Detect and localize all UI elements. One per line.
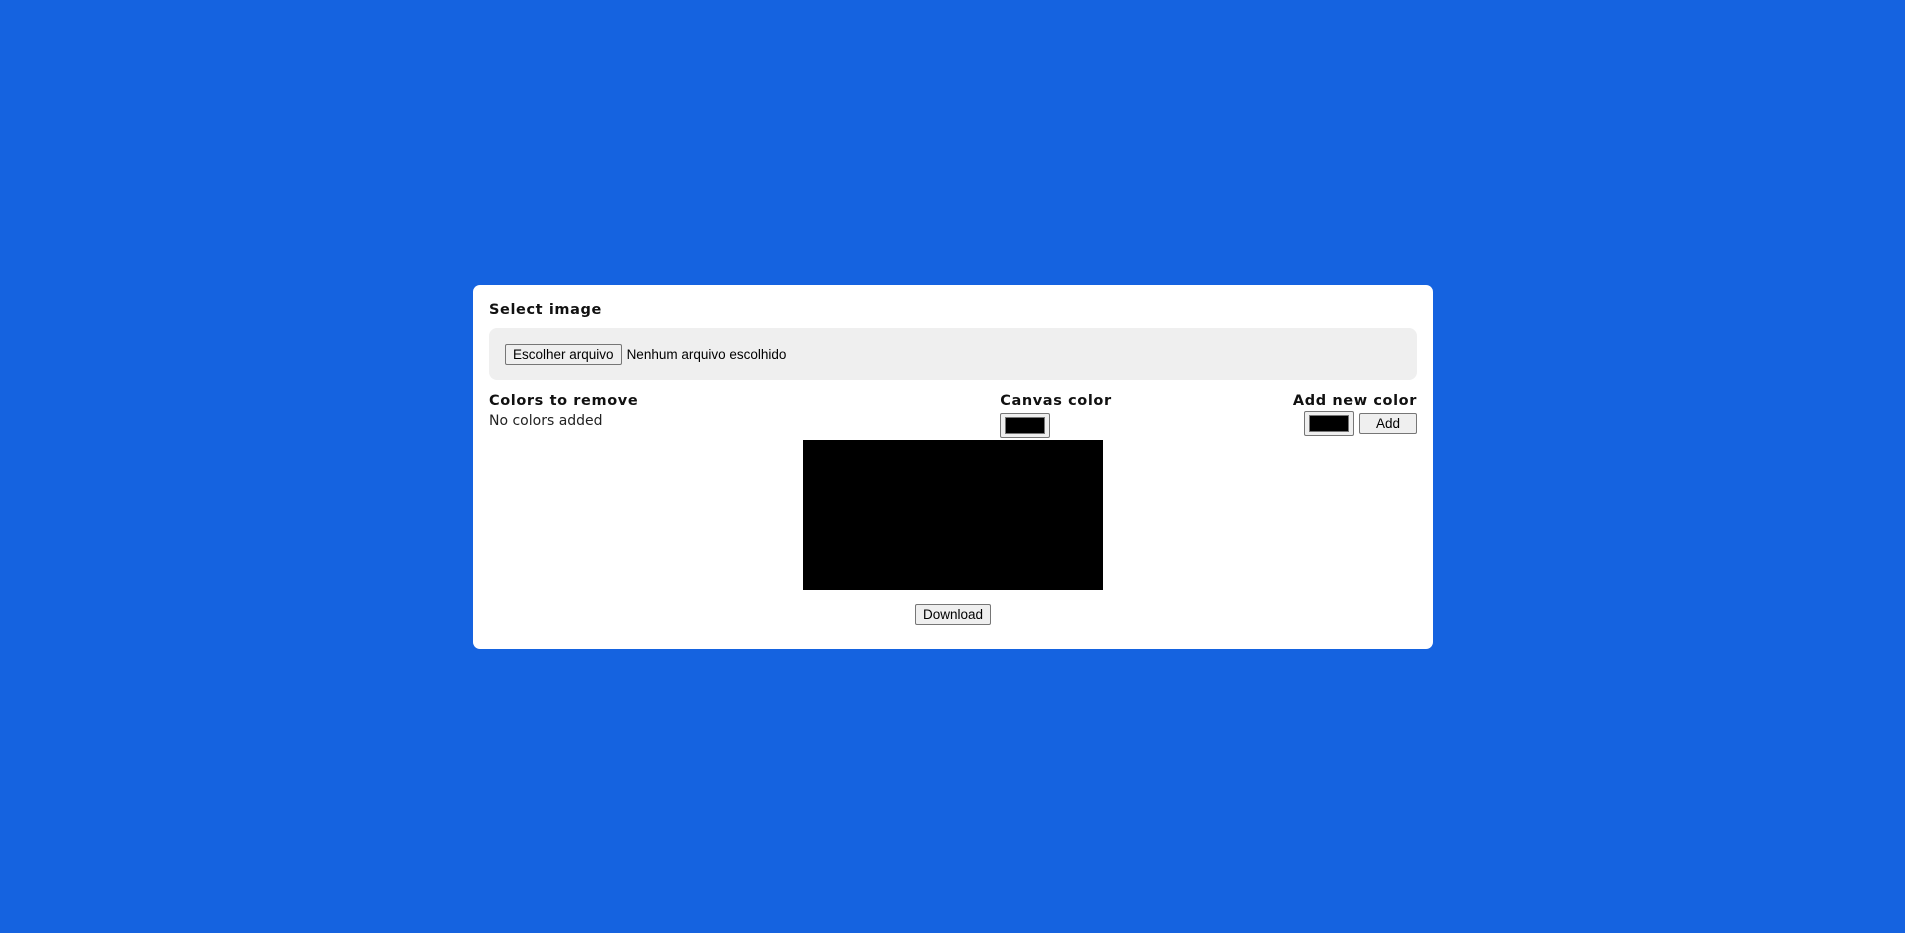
file-status-text: Nenhum arquivo escolhido [626, 346, 787, 362]
add-new-color-title: Add new color [1292, 393, 1417, 409]
colors-to-remove-section: Colors to remove No colors added [489, 392, 819, 452]
download-button[interactable]: Download [914, 604, 992, 625]
add-color-row: Add [1304, 411, 1417, 436]
select-image-title: Select image [489, 302, 602, 318]
canvas-color-swatch [1005, 417, 1046, 434]
add-color-button[interactable]: Add [1359, 413, 1417, 434]
canvas-color-title: Canvas color [1000, 393, 1112, 409]
canvas-color-picker[interactable] [1000, 413, 1051, 438]
file-input-box: Escolher arquivo Nenhum arquivo escolhid… [489, 328, 1417, 380]
new-color-picker[interactable] [1304, 411, 1354, 436]
colors-to-remove-title: Colors to remove [489, 393, 639, 409]
new-color-swatch [1309, 415, 1349, 432]
add-new-color-section: Add new color Add [1293, 392, 1417, 452]
download-area: Download [489, 604, 1417, 625]
no-colors-note: No colors added [489, 413, 603, 429]
preview-area [489, 440, 1417, 590]
choose-file-button[interactable]: Escolher arquivo [505, 343, 622, 365]
image-color-remover-panel: Select image Escolher arquivo Nenhum arq… [473, 285, 1433, 649]
preview-canvas [803, 440, 1103, 590]
